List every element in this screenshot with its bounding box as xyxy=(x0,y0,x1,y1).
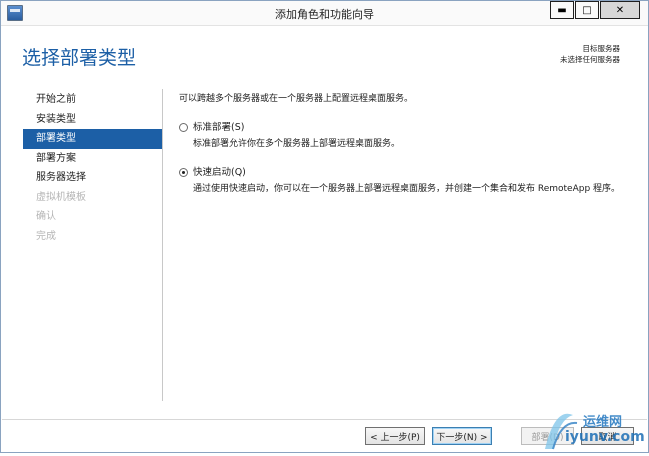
close-button[interactable]: ✕ xyxy=(600,1,640,19)
nav-item-vm-template: 虚拟机模板 xyxy=(36,191,86,203)
nav-item-before-you-begin[interactable]: 开始之前 xyxy=(23,90,163,110)
destination-value: 未选择任何服务器 xyxy=(560,55,620,64)
destination-server: 目标服务器 未选择任何服务器 xyxy=(560,43,620,65)
deploy-button: 部署(D) xyxy=(521,427,574,445)
page-title: 选择部署类型 xyxy=(22,47,137,69)
intro-text: 可以跨越多个服务器或在一个服务器上配置远程桌面服务。 xyxy=(179,94,414,104)
wizard-window: 添加角色和功能向导 ▬ □ ✕ 选择部署类型 目标服务器 未选择任何服务器 开始… xyxy=(0,0,649,453)
title-bar[interactable]: 添加角色和功能向导 ▬ □ ✕ xyxy=(1,1,648,26)
main-content: 可以跨越多个服务器或在一个服务器上配置远程桌面服务。 标准部署(S) 标准部署允… xyxy=(179,90,629,196)
option-description: 标准部署允许你在多个服务器上部署远程桌面服务。 xyxy=(193,139,401,149)
nav-item-server-selection[interactable]: 服务器选择 xyxy=(23,168,163,188)
maximize-button[interactable]: □ xyxy=(575,1,599,19)
wizard-header: 选择部署类型 目标服务器 未选择任何服务器 xyxy=(2,27,647,84)
previous-button[interactable]: < 上一步(P) xyxy=(365,427,425,445)
radio-quick-start[interactable] xyxy=(179,168,188,177)
option-quick-start[interactable]: 快速启动(Q) 通过使用快速启动，你可以在一个服务器上部署远程桌面服务，并创建一… xyxy=(179,165,629,196)
option-label[interactable]: 快速启动(Q) xyxy=(193,165,629,180)
wizard-footer: < 上一步(P) 下一步(N) > 部署(D) 取消 xyxy=(358,427,634,445)
minimize-button[interactable]: ▬ xyxy=(550,1,574,19)
wizard-steps-nav: 开始之前 安装类型 部署类型 部署方案 服务器选择 虚拟机模板 确认 完成 xyxy=(23,90,163,246)
option-label[interactable]: 标准部署(S) xyxy=(193,120,629,135)
radio-standard-deployment[interactable] xyxy=(179,123,188,132)
nav-item-confirmation: 确认 xyxy=(36,211,56,222)
nav-item-deployment-type[interactable]: 部署类型 xyxy=(23,129,163,149)
destination-label: 目标服务器 xyxy=(582,44,621,53)
nav-item-results: 完成 xyxy=(36,230,56,242)
nav-item-deployment-scenario[interactable]: 部署方案 xyxy=(23,149,163,169)
option-standard-deployment[interactable]: 标准部署(S) 标准部署允许你在多个服务器上部署远程桌面服务。 xyxy=(179,120,629,151)
footer-divider xyxy=(2,419,647,420)
option-description: 通过使用快速启动，你可以在一个服务器上部署远程桌面服务，并创建一个集合和发布 R… xyxy=(193,184,621,194)
nav-divider xyxy=(162,89,163,401)
nav-item-installation-type[interactable]: 安装类型 xyxy=(23,110,163,130)
cancel-button[interactable]: 取消 xyxy=(581,427,634,445)
next-button[interactable]: 下一步(N) > xyxy=(432,427,492,445)
window-controls: ▬ □ ✕ xyxy=(549,1,640,20)
